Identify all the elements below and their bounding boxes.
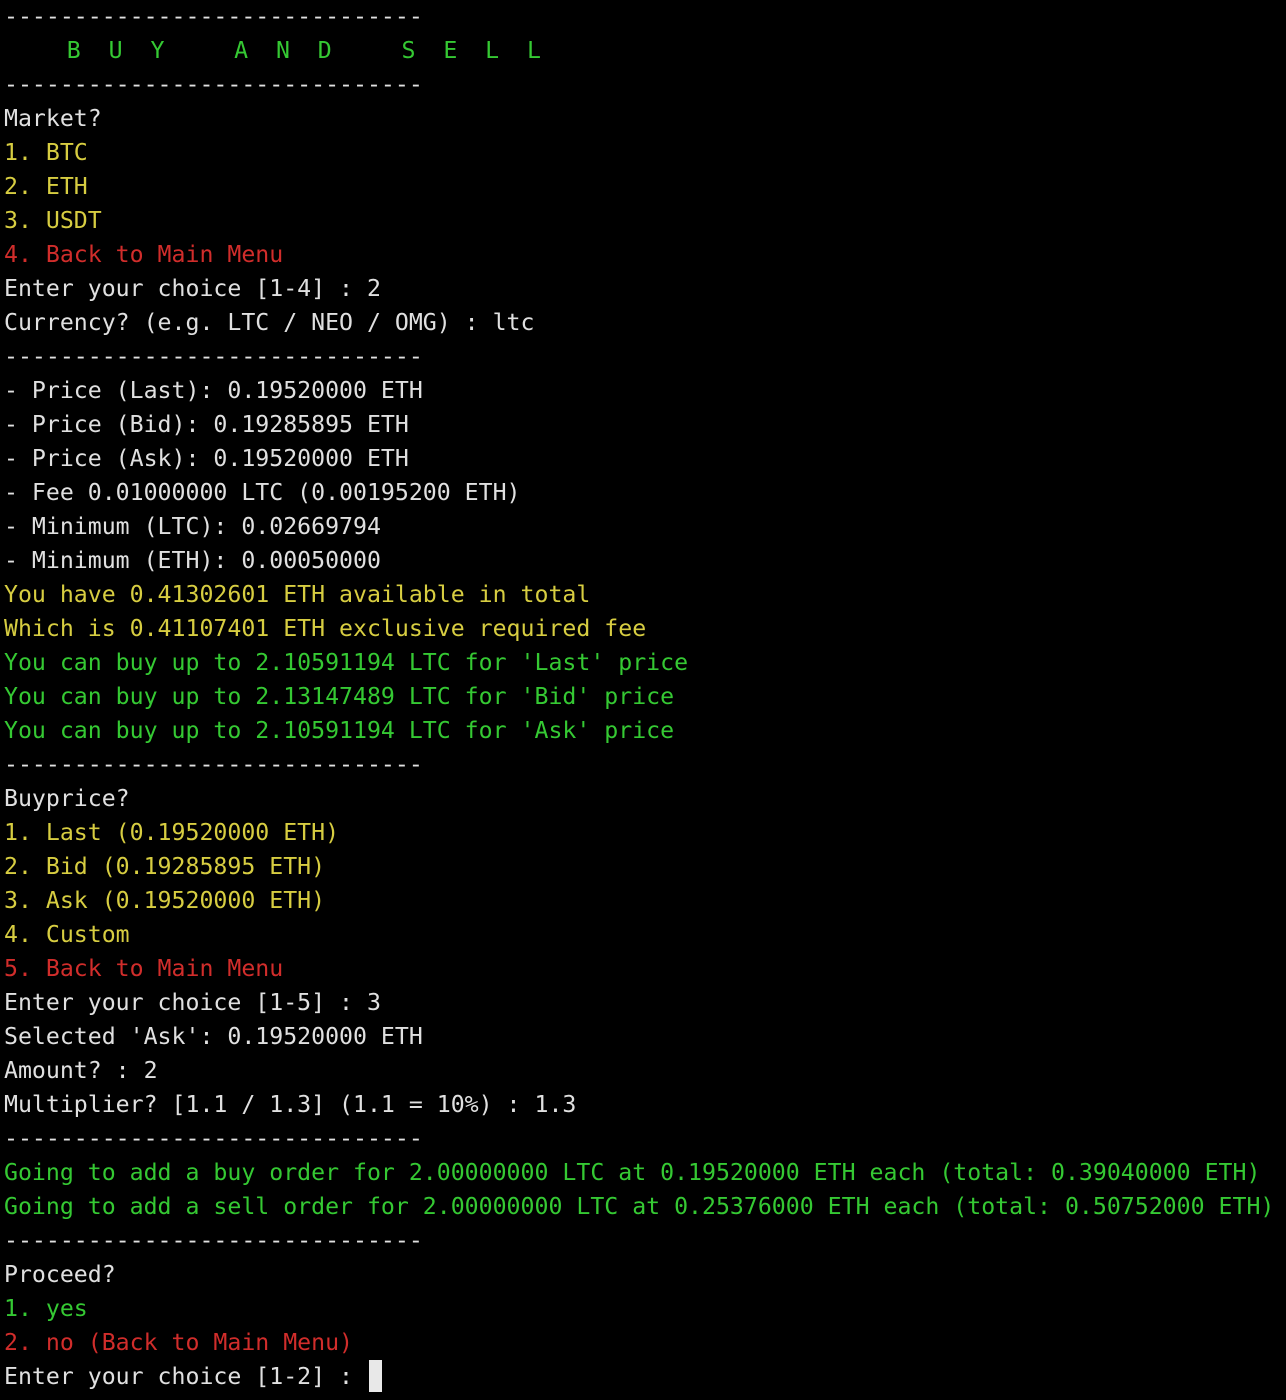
terminal-line-info: - Minimum (LTC): 0.02669794 <box>4 510 1286 544</box>
line-text: - Minimum (LTC): 0.02669794 <box>4 513 381 540</box>
line-text: Going to add a buy order for 2.00000000 … <box>4 1159 1261 1186</box>
terminal-line-input: Multiplier? [1.1 / 1.3] (1.1 = 10%) : 1.… <box>4 1088 1286 1122</box>
terminal-line-prompt: Buyprice? <box>4 782 1286 816</box>
terminal-line-option: 1. yes <box>4 1292 1286 1326</box>
terminal-line-option: 5. Back to Main Menu <box>4 952 1286 986</box>
line-text: You can buy up to 2.10591194 LTC for 'La… <box>4 649 689 676</box>
line-text: 1. BTC <box>4 139 88 166</box>
line-text: 3. USDT <box>4 207 102 234</box>
terminal-line-option: 2. Bid (0.19285895 ETH) <box>4 850 1286 884</box>
terminal-line-info: - Price (Ask): 0.19520000 ETH <box>4 442 1286 476</box>
terminal-line-info: You have 0.41302601 ETH available in tot… <box>4 578 1286 612</box>
line-text: 3. Ask (0.19520000 ETH) <box>4 887 326 914</box>
line-text: Which is 0.41107401 ETH exclusive requir… <box>4 615 647 642</box>
input-prompt-text: Enter your choice [1-2] : <box>4 1363 367 1390</box>
line-text: You can buy up to 2.13147489 LTC for 'Bi… <box>4 683 675 710</box>
terminal-line-option: 4. Back to Main Menu <box>4 238 1286 272</box>
terminal-line-info: Selected 'Ask': 0.19520000 ETH <box>4 1020 1286 1054</box>
terminal-line-divider: ------------------------------ <box>4 340 1286 374</box>
terminal-line-info: Going to add a buy order for 2.00000000 … <box>4 1156 1286 1190</box>
line-text: 1. yes <box>4 1295 88 1322</box>
line-text: B U Y A N D S E L L <box>4 37 548 64</box>
line-text: ------------------------------ <box>4 1227 423 1254</box>
line-text: 5. Back to Main Menu <box>4 955 284 982</box>
terminal-line-input: Enter your choice [1-4] : 2 <box>4 272 1286 306</box>
line-text: 2. ETH <box>4 173 88 200</box>
line-text: Multiplier? [1.1 / 1.3] (1.1 = 10%) : 1.… <box>4 1091 577 1118</box>
line-text: ------------------------------ <box>4 751 423 778</box>
terminal-line-info: - Fee 0.01000000 LTC (0.00195200 ETH) <box>4 476 1286 510</box>
line-text: ------------------------------ <box>4 343 423 370</box>
line-text: Enter your choice [1-4] : 2 <box>4 275 381 302</box>
terminal-line-divider: ------------------------------ <box>4 1122 1286 1156</box>
terminal-window[interactable]: ------------------------------ B U Y A N… <box>0 0 1286 1400</box>
terminal-line-info: - Price (Last): 0.19520000 ETH <box>4 374 1286 408</box>
line-text: Enter your choice [1-5] : 3 <box>4 989 381 1016</box>
line-text: Proceed? <box>4 1261 116 1288</box>
line-text: Buyprice? <box>4 785 130 812</box>
line-text: You can buy up to 2.10591194 LTC for 'As… <box>4 717 675 744</box>
line-text: - Price (Ask): 0.19520000 ETH <box>4 445 409 472</box>
terminal-line-option: 2. no (Back to Main Menu) <box>4 1326 1286 1360</box>
terminal-line-info: You can buy up to 2.10591194 LTC for 'As… <box>4 714 1286 748</box>
terminal-line-info: - Price (Bid): 0.19285895 ETH <box>4 408 1286 442</box>
line-text: Selected 'Ask': 0.19520000 ETH <box>4 1023 423 1050</box>
line-text: ------------------------------ <box>4 71 423 98</box>
line-text: Market? <box>4 105 102 132</box>
terminal-line-info: - Minimum (ETH): 0.00050000 <box>4 544 1286 578</box>
terminal-line-input: Enter your choice [1-5] : 3 <box>4 986 1286 1020</box>
line-text: Going to add a sell order for 2.00000000… <box>4 1193 1275 1220</box>
terminal-line-info: You can buy up to 2.13147489 LTC for 'Bi… <box>4 680 1286 714</box>
terminal-line-option: 1. Last (0.19520000 ETH) <box>4 816 1286 850</box>
line-text: 4. Custom <box>4 921 130 948</box>
line-text: 2. no (Back to Main Menu) <box>4 1329 354 1356</box>
terminal-line-input: Amount? : 2 <box>4 1054 1286 1088</box>
line-text: - Fee 0.01000000 LTC (0.00195200 ETH) <box>4 479 521 506</box>
line-text: - Price (Last): 0.19520000 ETH <box>4 377 423 404</box>
terminal-line-divider: ------------------------------ <box>4 1224 1286 1258</box>
line-text: You have 0.41302601 ETH available in tot… <box>4 581 591 608</box>
terminal-line-divider: ------------------------------ <box>4 68 1286 102</box>
terminal-line-info: You can buy up to 2.10591194 LTC for 'La… <box>4 646 1286 680</box>
terminal-line-current-input[interactable]: Enter your choice [1-2] : <box>4 1360 1286 1394</box>
terminal-line-prompt: Market? <box>4 102 1286 136</box>
line-text: ------------------------------ <box>4 3 423 30</box>
terminal-line-option: 3. Ask (0.19520000 ETH) <box>4 884 1286 918</box>
terminal-line-info: Which is 0.41107401 ETH exclusive requir… <box>4 612 1286 646</box>
line-text: - Price (Bid): 0.19285895 ETH <box>4 411 409 438</box>
line-text: 2. Bid (0.19285895 ETH) <box>4 853 326 880</box>
terminal-line-divider: ------------------------------ <box>4 748 1286 782</box>
terminal-line-info: Going to add a sell order for 2.00000000… <box>4 1190 1286 1224</box>
terminal-line-title: B U Y A N D S E L L <box>4 34 1286 68</box>
terminal-line-option: 3. USDT <box>4 204 1286 238</box>
terminal-line-input: Currency? (e.g. LTC / NEO / OMG) : ltc <box>4 306 1286 340</box>
terminal-line-prompt: Proceed? <box>4 1258 1286 1292</box>
cursor-block[interactable] <box>368 1360 382 1392</box>
line-text: 4. Back to Main Menu <box>4 241 284 268</box>
line-text: Currency? (e.g. LTC / NEO / OMG) : ltc <box>4 309 535 336</box>
terminal-line-option: 4. Custom <box>4 918 1286 952</box>
terminal-line-option: 1. BTC <box>4 136 1286 170</box>
line-text: Amount? : 2 <box>4 1057 158 1084</box>
terminal-line-option: 2. ETH <box>4 170 1286 204</box>
terminal-line-divider: ------------------------------ <box>4 0 1286 34</box>
line-text: - Minimum (ETH): 0.00050000 <box>4 547 381 574</box>
line-text: 1. Last (0.19520000 ETH) <box>4 819 340 846</box>
line-text: ------------------------------ <box>4 1125 423 1152</box>
